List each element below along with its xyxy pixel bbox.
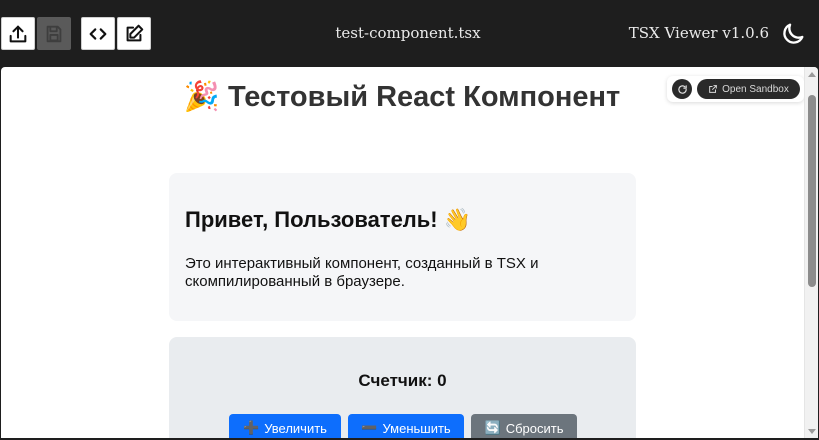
page-title-text: Тестовый React Компонент (227, 81, 621, 113)
edit-button[interactable] (117, 17, 151, 50)
sandbox-controls: Open Sandbox (667, 76, 804, 102)
refresh-arrows-icon: 🔄 (484, 420, 501, 436)
page-title: 🎉 Тестовый React Компонент (169, 79, 635, 115)
counter-card: Счетчик: 0 ➕ Увеличить ➖ Уменьшить 🔄 Сбр… (169, 337, 636, 438)
increment-button[interactable]: ➕ Увеличить (229, 414, 341, 438)
increment-label: Увеличить (264, 420, 327, 436)
external-link-icon (709, 85, 717, 93)
save-button[interactable] (37, 17, 71, 50)
file-name: test-component.tsx (335, 24, 481, 42)
preview-frame: Open Sandbox 🎉 Тестовый React Компонент … (1, 67, 818, 438)
top-toolbar: test-component.tsx TSX Viewer v1.0.6 (0, 0, 819, 67)
plus-icon: ➕ (243, 420, 260, 436)
greeting-title: Привет, Пользователь! 👋 (185, 207, 471, 233)
greeting-card: Привет, Пользователь! 👋 Это интерактивны… (169, 173, 636, 321)
app-version: TSX Viewer v1.0.6 (628, 24, 769, 42)
code-icon (89, 27, 107, 40)
theme-toggle-button[interactable] (777, 18, 809, 50)
reset-label: Сбросить (505, 420, 564, 436)
greeting-title-text: Привет, Пользователь! (185, 207, 438, 232)
reset-button[interactable]: 🔄 Сбросить (471, 414, 577, 438)
upload-button[interactable] (1, 17, 35, 50)
waving-hand-icon: 👋 (443, 208, 472, 233)
scroll-up-arrow[interactable] (808, 72, 816, 77)
code-view-button[interactable] (81, 17, 115, 50)
decrement-button[interactable]: ➖ Уменьшить (348, 414, 464, 438)
save-icon (46, 25, 62, 42)
moon-icon (783, 23, 804, 44)
edit-icon (126, 24, 144, 41)
decrement-label: Уменьшить (382, 420, 451, 436)
open-sandbox-button[interactable]: Open Sandbox (697, 79, 800, 99)
counter-label: Счетчик: 0 (358, 371, 447, 390)
scroll-thumb[interactable] (808, 95, 816, 287)
open-sandbox-label: Open Sandbox (722, 83, 789, 95)
refresh-button[interactable] (672, 79, 692, 99)
scroll-down-arrow[interactable] (808, 429, 816, 434)
refresh-icon (677, 84, 687, 94)
vertical-scrollbar[interactable] (804, 67, 818, 438)
upload-icon (9, 25, 27, 42)
greeting-text: Это интерактивный компонент, созданный в… (185, 255, 539, 290)
minus-icon: ➖ (361, 420, 378, 436)
party-popper-icon: 🎉 (183, 79, 220, 113)
